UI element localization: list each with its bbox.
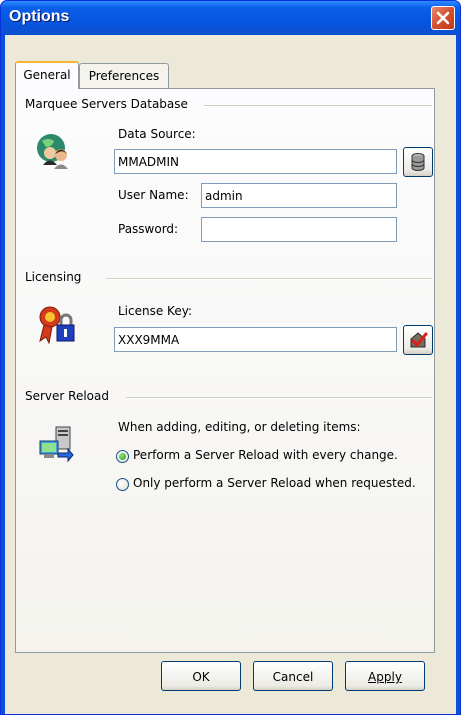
validate-license-button[interactable] (403, 325, 433, 355)
reload-when-requested-radio[interactable] (116, 478, 129, 491)
password-label: Password: (118, 222, 179, 236)
database-group-title: Marquee Servers Database (25, 97, 188, 111)
server-reload-group-title: Server Reload (25, 389, 109, 403)
ok-button[interactable]: OK (161, 661, 241, 691)
licensing-group-divider (106, 278, 432, 280)
dialog-body: General Preferences Marquee Servers Data… (5, 35, 456, 714)
validate-check-icon (410, 332, 428, 348)
license-key-label: License Key: (118, 304, 192, 318)
password-field[interactable] (201, 217, 397, 242)
database-icon (411, 153, 425, 171)
tab-general[interactable]: General (15, 61, 79, 89)
server-reload-description: When adding, editing, or deleting items: (118, 420, 361, 434)
tab-preferences[interactable]: Preferences (79, 63, 169, 89)
users-globe-icon (37, 134, 68, 169)
reload-when-requested-label[interactable]: Only perform a Server Reload when reques… (133, 476, 416, 490)
window-title: Options (9, 8, 70, 25)
options-dialog: Options General Preferences Marquee Serv… (0, 0, 461, 715)
reload-every-change-label[interactable]: Perform a Server Reload with every chang… (133, 448, 398, 462)
licensing-group-title: Licensing (25, 270, 82, 284)
license-key-field[interactable]: XXX9MMA (114, 327, 397, 352)
server-reload-icon (39, 426, 74, 463)
browse-database-button[interactable] (403, 147, 433, 177)
close-icon (436, 11, 450, 25)
cancel-button[interactable]: Cancel (253, 661, 333, 691)
tab-general-label: General (23, 68, 71, 82)
tab-preferences-label: Preferences (88, 69, 160, 83)
data-source-label: Data Source: (118, 127, 196, 141)
license-lock-icon (39, 306, 75, 345)
user-name-field[interactable]: admin (201, 183, 397, 208)
radio-selected-dot (119, 453, 126, 460)
reload-every-change-radio[interactable] (116, 450, 129, 463)
database-group-divider (204, 105, 432, 107)
data-source-field[interactable]: MMADMIN (114, 149, 397, 174)
close-button[interactable] (431, 6, 455, 30)
general-panel: Marquee Servers Database Data Source: MM… (15, 88, 435, 653)
user-name-label: User Name: (118, 188, 189, 202)
title-bar: Options (1, 1, 460, 35)
server-reload-group-divider (126, 397, 432, 399)
apply-button[interactable]: Apply (345, 661, 425, 691)
